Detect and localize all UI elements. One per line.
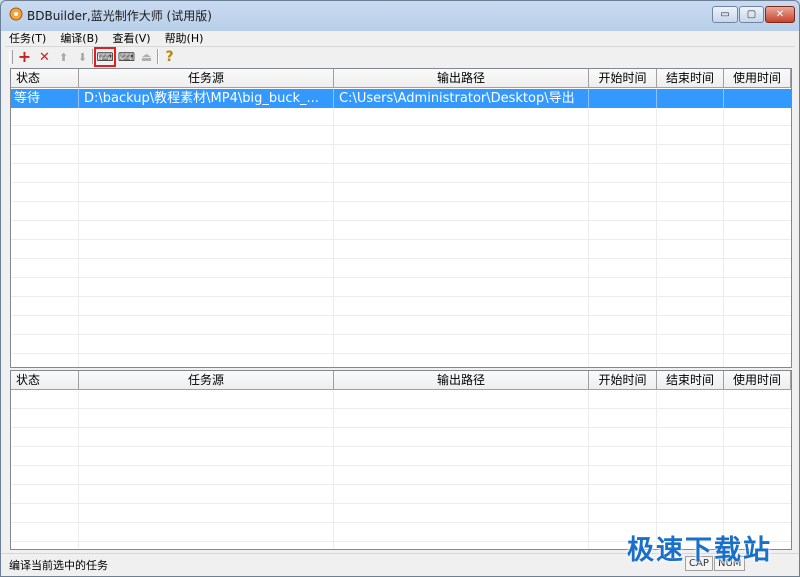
delete-task-button[interactable]: ✕ [35, 48, 54, 66]
cell-elapsed [724, 89, 791, 108]
arrow-up-icon: ⬆ [58, 50, 69, 64]
grid-lines [11, 88, 791, 367]
menu-help[interactable]: 帮助(H) [157, 31, 210, 46]
column-header-elapsed[interactable]: 使用时间 [724, 371, 791, 390]
cell-end-time [657, 89, 724, 108]
menu-view[interactable]: 查看(V) [104, 31, 156, 46]
watermark-logo: 极速下载站 [627, 535, 772, 566]
cell-source: D:\backup\教程素材\MP4\big_buck_... [79, 89, 334, 108]
column-header-start-time[interactable]: 开始时间 [589, 371, 657, 390]
column-header-source[interactable]: 任务源 [79, 371, 334, 390]
compile-all-button[interactable]: ⌨ [117, 48, 136, 66]
column-header-end-time[interactable]: 结束时间 [657, 69, 724, 88]
maximize-button[interactable]: ▢ [739, 6, 764, 23]
help-icon: ? [165, 49, 174, 65]
column-header-output[interactable]: 输出路径 [334, 371, 589, 390]
toolbar-separator [157, 49, 159, 64]
menu-task[interactable]: 任务(T) [1, 31, 52, 46]
task-list[interactable]: 状态 任务源 输出路径 开始时间 结束时间 使用时间 等待 D:\backup\… [10, 68, 792, 368]
move-up-button[interactable]: ⬆ [54, 48, 73, 66]
column-divider [333, 88, 334, 367]
delete-icon: ✕ [39, 49, 50, 65]
minimize-button[interactable]: ▭ [712, 6, 738, 23]
menu-bar: 任务(T) 编译(B) 查看(V) 帮助(H) [1, 31, 799, 46]
menu-build[interactable]: 编译(B) [52, 31, 104, 46]
cell-status: 等待 [11, 89, 79, 108]
main-window: BDBuilder,蓝光制作大师 (试用版) ▭ ▢ ✕ 任务(T) 编译(B)… [0, 0, 800, 577]
compile-selected-button[interactable]: ⌨ [94, 47, 116, 67]
compile-icon: ⌨ [96, 50, 114, 64]
arrow-down-icon: ⬇ [77, 50, 88, 64]
column-divider [656, 390, 657, 549]
status-message: 编译当前选中的任务 [9, 559, 108, 572]
close-button[interactable]: ✕ [765, 6, 795, 23]
column-header-status[interactable]: 状态 [11, 69, 79, 88]
cell-output: C:\Users\Administrator\Desktop\导出 [334, 89, 589, 108]
stop-button[interactable]: ⏏ [137, 48, 156, 66]
column-divider [723, 88, 724, 367]
cell-start-time [589, 89, 657, 108]
window-title: BDBuilder,蓝光制作大师 (试用版) [27, 9, 212, 23]
column-divider [333, 390, 334, 549]
column-divider [78, 88, 79, 367]
completed-list-header: 状态 任务源 输出路径 开始时间 结束时间 使用时间 [11, 371, 791, 390]
add-task-button[interactable]: + [15, 48, 34, 66]
column-header-status[interactable]: 状态 [11, 371, 79, 390]
column-header-end-time[interactable]: 结束时间 [657, 371, 724, 390]
compile-all-icon: ⌨ [117, 50, 136, 64]
minimize-icon: ▭ [720, 9, 730, 20]
app-icon [9, 7, 23, 21]
column-header-start-time[interactable]: 开始时间 [589, 69, 657, 88]
title-bar[interactable]: BDBuilder,蓝光制作大师 (试用版) ▭ ▢ ✕ [1, 1, 799, 29]
maximize-icon: ▢ [746, 9, 757, 20]
column-header-elapsed[interactable]: 使用时间 [724, 69, 791, 88]
stop-icon: ⏏ [140, 50, 153, 64]
column-divider [588, 88, 589, 367]
column-divider [656, 88, 657, 367]
column-divider [588, 390, 589, 549]
task-list-header: 状态 任务源 输出路径 开始时间 结束时间 使用时间 [11, 69, 791, 88]
move-down-button[interactable]: ⬇ [73, 48, 92, 66]
column-divider [78, 390, 79, 549]
completed-task-list[interactable]: 状态 任务源 输出路径 开始时间 结束时间 使用时间 [10, 370, 792, 550]
close-icon: ✕ [775, 9, 785, 20]
help-button[interactable]: ? [160, 48, 179, 66]
grid-lines [11, 390, 791, 549]
toolbar-grip[interactable] [9, 50, 13, 64]
table-row[interactable]: 等待 D:\backup\教程素材\MP4\big_buck_... C:\Us… [11, 89, 791, 108]
plus-icon: + [17, 47, 32, 66]
column-header-source[interactable]: 任务源 [79, 69, 334, 88]
column-header-output[interactable]: 输出路径 [334, 69, 589, 88]
toolbar: + ✕ ⬆ ⬇ ⌨ ⌨ ⏏ ? [5, 46, 795, 67]
column-divider [723, 390, 724, 549]
